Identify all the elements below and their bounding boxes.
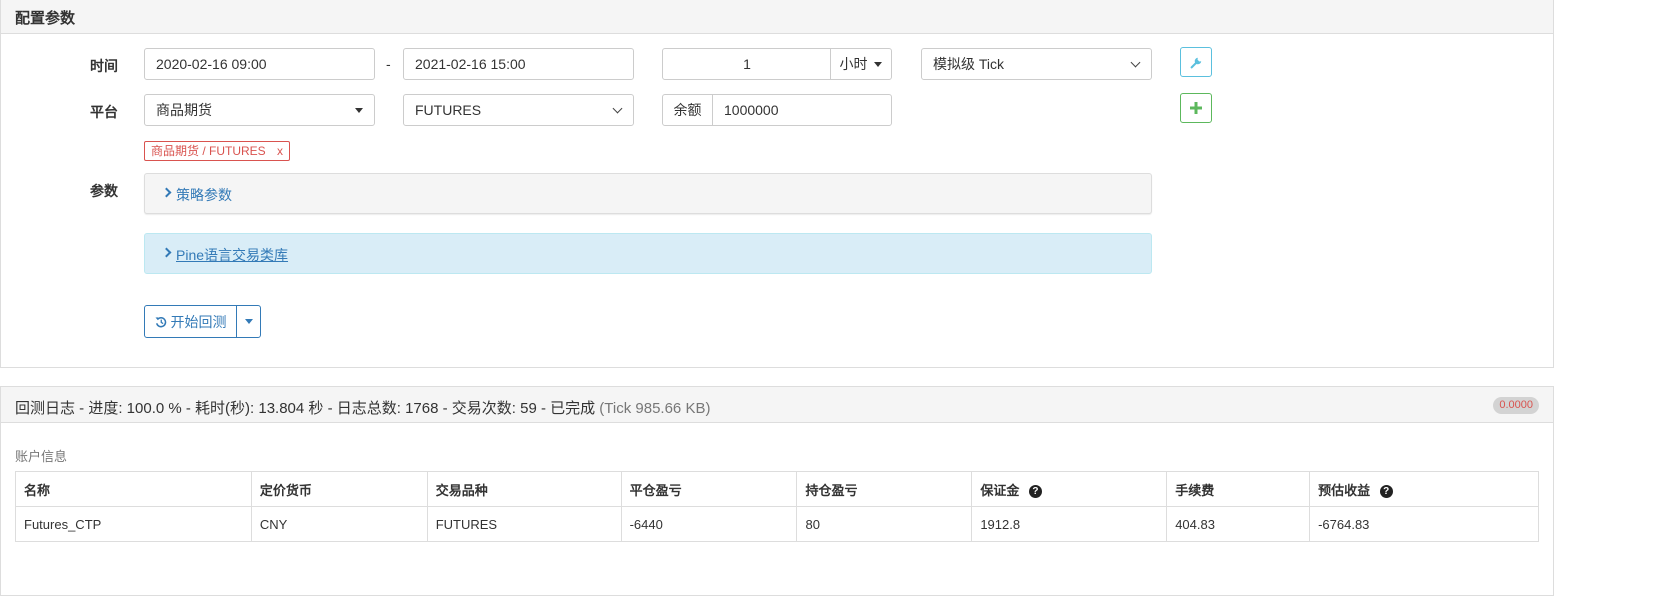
exchange-value: 商品期货 bbox=[156, 102, 212, 118]
date-separator: - bbox=[386, 56, 391, 72]
strategy-params-link[interactable]: 策略参数 bbox=[176, 185, 232, 205]
table-cell: 80 bbox=[796, 506, 973, 542]
pine-library-link[interactable]: Pine语言交易类库 bbox=[176, 245, 288, 265]
period-unit-dropdown[interactable]: 小时 bbox=[830, 48, 892, 80]
table-header-row: 名称 定价货币 交易品种 平仓盈亏 持仓盈亏 保证金 ? 手续费 预估收益 ? bbox=[15, 471, 1539, 507]
config-panel: 配置参数 时间 2020-02-16 09:00 - 2021-02-16 15… bbox=[0, 0, 1554, 368]
column-header: 名称 bbox=[15, 471, 252, 507]
chevron-down-icon bbox=[612, 103, 623, 114]
period-unit-label: 小时 bbox=[839, 56, 868, 72]
column-header-label: 保证金 bbox=[980, 482, 1020, 498]
caret-down-icon bbox=[874, 62, 883, 67]
table-cell: Futures_CTP bbox=[15, 506, 252, 542]
chevron-right-icon bbox=[161, 187, 172, 198]
add-exchange-button[interactable] bbox=[1180, 93, 1212, 123]
column-header: 手续费 bbox=[1166, 471, 1311, 507]
contract-value: FUTURES bbox=[415, 102, 482, 118]
question-circle-icon[interactable]: ? bbox=[1028, 484, 1042, 498]
start-date-input[interactable]: 2020-02-16 09:00 bbox=[144, 48, 375, 80]
chevron-right-icon bbox=[161, 247, 172, 258]
period-input[interactable]: 1 bbox=[662, 48, 832, 80]
start-backtest-button[interactable]: 开始回测 bbox=[144, 305, 237, 338]
pine-library-collapse[interactable]: Pine语言交易类库 bbox=[144, 233, 1152, 274]
log-panel-heading: 回测日志 - 进度: 100.0 % - 耗时(秒): 13.804 秒 - 日… bbox=[1, 387, 1553, 423]
column-header-label: 预估收益 bbox=[1318, 482, 1371, 498]
tag-close-icon[interactable]: x bbox=[277, 144, 283, 158]
end-date-input[interactable]: 2021-02-16 15:00 bbox=[403, 48, 634, 80]
exchange-select[interactable]: 商品期货 bbox=[144, 94, 375, 126]
account-table: 名称 定价货币 交易品种 平仓盈亏 持仓盈亏 保证金 ? 手续费 预估收益 ? … bbox=[15, 471, 1539, 542]
balance-input[interactable]: 1000000 bbox=[712, 94, 892, 126]
table-cell: CNY bbox=[250, 506, 428, 542]
column-header: 平仓盈亏 bbox=[620, 471, 798, 507]
history-icon bbox=[155, 316, 166, 327]
tick-mode-value: 模拟级 Tick bbox=[933, 56, 1005, 72]
wrench-icon bbox=[1190, 57, 1201, 68]
table-cell: -6440 bbox=[620, 506, 798, 542]
tick-mode-select[interactable]: 模拟级 Tick bbox=[921, 48, 1152, 80]
table-row: Futures_CTP CNY FUTURES -6440 80 1912.8 … bbox=[15, 506, 1539, 542]
platform-label: 平台 bbox=[90, 104, 118, 120]
caret-down-icon bbox=[355, 108, 363, 113]
log-status-text: 回测日志 - 进度: 100.0 % - 耗时(秒): 13.804 秒 - 日… bbox=[15, 400, 596, 417]
plus-icon bbox=[1190, 102, 1202, 114]
profit-badge: 0.0000 bbox=[1493, 397, 1539, 414]
column-header-estimated-profit: 预估收益 ? bbox=[1309, 471, 1539, 507]
question-circle-icon[interactable]: ? bbox=[1379, 484, 1393, 498]
column-header: 定价货币 bbox=[250, 471, 428, 507]
params-label: 参数 bbox=[90, 183, 118, 199]
config-title: 配置参数 bbox=[15, 10, 76, 27]
column-header: 交易品种 bbox=[426, 471, 622, 507]
log-title: 回测日志 - 进度: 100.0 % - 耗时(秒): 13.804 秒 - 日… bbox=[15, 397, 710, 418]
tick-info: (Tick 985.66 KB) bbox=[599, 400, 711, 417]
account-section-label: 账户信息 bbox=[15, 449, 68, 464]
settings-button[interactable] bbox=[1180, 47, 1212, 77]
config-panel-heading: 配置参数 bbox=[1, 0, 1553, 34]
column-header: 持仓盈亏 bbox=[796, 471, 973, 507]
start-backtest-label: 开始回测 bbox=[170, 313, 227, 330]
column-header-margin: 保证金 ? bbox=[971, 471, 1168, 507]
exchange-tag: 商品期货 / FUTURES x bbox=[144, 141, 291, 161]
start-backtest-dropdown[interactable] bbox=[236, 305, 261, 338]
table-cell: 404.83 bbox=[1166, 506, 1311, 542]
exchange-tag-label: 商品期货 / FUTURES bbox=[151, 144, 266, 158]
time-label: 时间 bbox=[90, 58, 118, 74]
caret-down-icon bbox=[244, 319, 253, 324]
contract-select[interactable]: FUTURES bbox=[403, 94, 634, 126]
balance-addon: 余额 bbox=[662, 94, 713, 126]
table-cell: 1912.8 bbox=[971, 506, 1168, 542]
chevron-down-icon bbox=[1130, 57, 1141, 68]
strategy-params-collapse[interactable]: 策略参数 bbox=[144, 173, 1152, 214]
table-cell: FUTURES bbox=[426, 506, 622, 542]
log-panel: 回测日志 - 进度: 100.0 % - 耗时(秒): 13.804 秒 - 日… bbox=[0, 386, 1554, 596]
table-cell: -6764.83 bbox=[1309, 506, 1539, 542]
